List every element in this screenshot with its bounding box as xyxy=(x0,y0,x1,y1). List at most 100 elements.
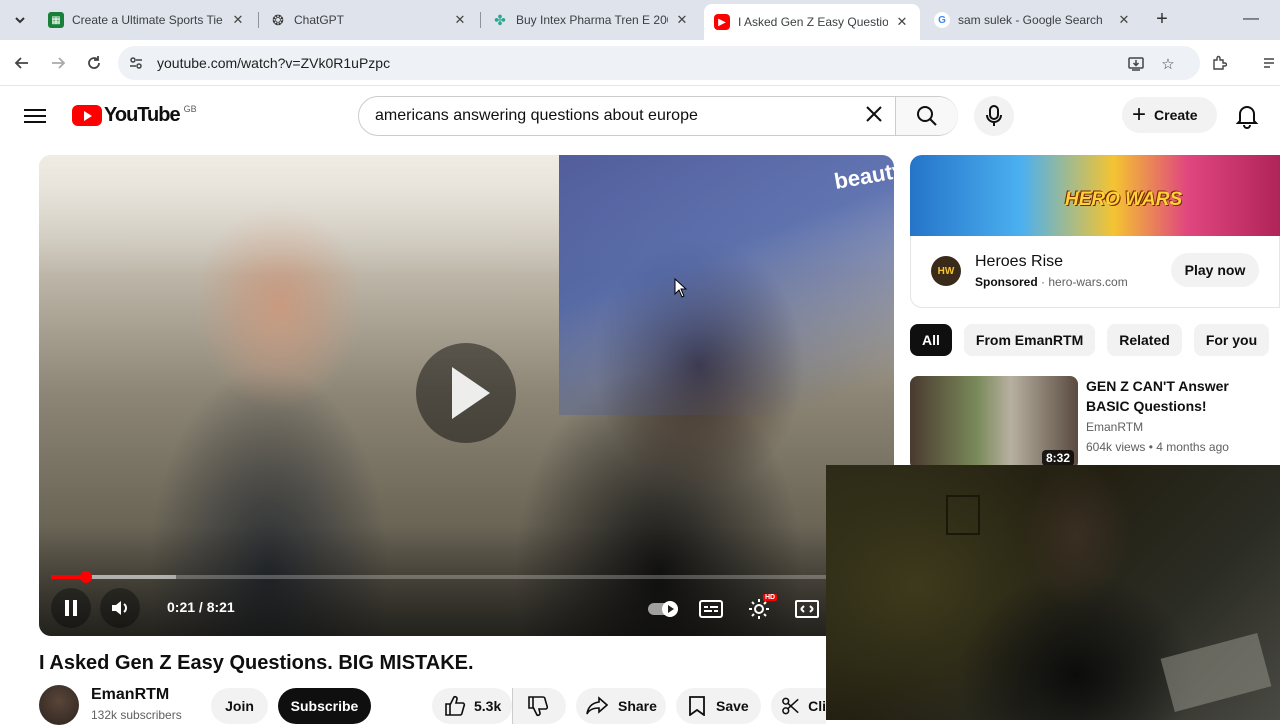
tab-close-icon[interactable]: ✕ xyxy=(452,12,468,28)
settings-button[interactable]: HD xyxy=(741,591,778,627)
voice-search-button[interactable] xyxy=(974,96,1014,136)
tab-title: I Asked Gen Z Easy Questions xyxy=(738,15,888,29)
search-button[interactable] xyxy=(895,97,958,135)
pause-icon xyxy=(65,600,77,616)
tab-close-icon[interactable]: ✕ xyxy=(230,12,246,28)
menu-hamburger-icon[interactable] xyxy=(24,105,46,125)
ad-banner-image[interactable]: HERO WARS xyxy=(910,155,1280,236)
extensions-icon[interactable] xyxy=(1207,51,1231,75)
reading-list-icon[interactable] xyxy=(1258,51,1280,75)
miniplayer-icon xyxy=(795,600,819,618)
video-player[interactable]: beauty 0:21 / 8:21 HD xyxy=(39,155,894,636)
url-text: youtube.com/watch?v=ZVk0R1uPzpc xyxy=(157,55,391,71)
youtube-masthead: YouTube GB americans answering questions… xyxy=(0,87,1280,143)
minimize-window-button[interactable]: — xyxy=(1236,10,1266,28)
webcam-pillow xyxy=(1160,632,1272,713)
clear-search-icon[interactable] xyxy=(865,105,883,127)
ad-title[interactable]: Heroes Rise xyxy=(975,253,1063,271)
youtube-play-logo-icon xyxy=(72,105,102,126)
join-label: Join xyxy=(225,698,254,714)
bookmark-star-icon[interactable]: ☆ xyxy=(1158,54,1178,74)
search-box[interactable]: americans answering questions about euro… xyxy=(358,96,958,136)
big-play-button[interactable] xyxy=(416,343,516,443)
tab-sports-tie[interactable]: ▦ Create a Ultimate Sports Tie ✕ xyxy=(38,4,256,36)
tab-chatgpt[interactable]: ❂ ChatGPT ✕ xyxy=(260,4,478,36)
ad-banner-logo-text: HERO WARS xyxy=(1065,189,1183,210)
tab-title: ChatGPT xyxy=(294,13,345,27)
subscribe-button[interactable]: Subscribe xyxy=(278,688,371,724)
tab-close-icon[interactable]: ✕ xyxy=(674,12,690,28)
recommended-title[interactable]: GEN Z CAN'T Answer BASIC Questions! xyxy=(1086,376,1276,416)
webcam-overlay xyxy=(826,465,1280,720)
reload-icon[interactable] xyxy=(82,51,106,75)
filter-chips: All From EmanRTM Related For you xyxy=(910,324,1280,356)
volume-button[interactable] xyxy=(100,588,140,628)
google-icon: G xyxy=(934,12,950,28)
install-app-icon[interactable] xyxy=(1126,54,1146,74)
bookmark-icon xyxy=(689,696,705,716)
browser-toolbar: youtube.com/watch?v=ZVk0R1uPzpc ☆ xyxy=(0,40,1280,86)
wall-picture-frame xyxy=(946,495,980,535)
recommended-video[interactable]: 8:32 GEN Z CAN'T Answer BASIC Questions!… xyxy=(910,376,1280,470)
chip-all[interactable]: All xyxy=(910,324,952,356)
forward-arrow-icon[interactable] xyxy=(46,51,70,75)
join-button[interactable]: Join xyxy=(211,688,268,724)
chip-related[interactable]: Related xyxy=(1107,324,1182,356)
tab-close-icon[interactable]: ✕ xyxy=(1116,12,1132,28)
create-label: Create xyxy=(1154,107,1198,123)
share-label: Share xyxy=(618,698,657,714)
tab-google-search[interactable]: G sam sulek - Google Search ✕ xyxy=(924,4,1142,36)
tab-title: Buy Intex Pharma Tren E 200 xyxy=(516,13,668,27)
tab-close-icon[interactable]: ✕ xyxy=(894,14,910,30)
sheets-icon: ▦ xyxy=(48,12,64,28)
scrubber-handle[interactable] xyxy=(79,571,92,583)
progress-bar[interactable] xyxy=(51,571,882,583)
chip-from-channel[interactable]: From EmanRTM xyxy=(963,324,1096,356)
tab-divider xyxy=(258,12,259,28)
dislike-button[interactable] xyxy=(512,688,566,724)
new-tab-button[interactable]: + xyxy=(1150,8,1174,32)
tab-youtube-video[interactable]: ▶ I Asked Gen Z Easy Questions ✕ xyxy=(704,4,920,40)
notifications-bell-icon[interactable] xyxy=(1234,103,1260,129)
channel-name[interactable]: EmanRTM xyxy=(91,686,169,704)
ad-subline: Sponsored · hero-wars.com xyxy=(975,275,1128,289)
browser-tab-bar: ▦ Create a Ultimate Sports Tie ✕ ❂ ChatG… xyxy=(0,0,1280,40)
save-button[interactable]: Save xyxy=(676,688,761,724)
recommended-channel[interactable]: EmanRTM xyxy=(1086,420,1143,434)
create-button[interactable]: + Create xyxy=(1122,97,1217,133)
back-arrow-icon[interactable] xyxy=(10,51,34,75)
autoplay-toggle-icon xyxy=(648,601,678,617)
plus-icon: + xyxy=(1132,101,1147,128)
pause-button[interactable] xyxy=(51,588,91,628)
tab-pharma[interactable]: ✤ Buy Intex Pharma Tren E 200 ✕ xyxy=(482,4,700,36)
like-count: 5.3k xyxy=(474,698,502,714)
share-button[interactable]: Share xyxy=(576,688,666,724)
like-button[interactable]: 5.3k xyxy=(432,688,512,724)
scissors-icon xyxy=(782,697,799,715)
subtitles-button[interactable] xyxy=(693,591,729,627)
youtube-logo[interactable]: YouTube GB xyxy=(72,104,197,127)
share-icon xyxy=(586,696,608,715)
hd-badge: HD xyxy=(763,594,778,601)
theater-mode-button[interactable] xyxy=(789,591,825,627)
video-duration-badge: 8:32 xyxy=(1041,450,1074,466)
clip-button[interactable]: Cli xyxy=(771,688,826,724)
save-label: Save xyxy=(716,698,749,714)
tab-search-dropdown[interactable] xyxy=(8,8,32,32)
chip-for-you[interactable]: For you xyxy=(1193,324,1270,356)
clip-label: Cli xyxy=(808,698,826,714)
sponsored-label: Sponsored xyxy=(975,275,1038,289)
play-now-button[interactable]: Play now xyxy=(1171,253,1259,287)
site-settings-icon[interactable] xyxy=(128,55,144,71)
autoplay-toggle[interactable] xyxy=(645,591,681,627)
address-bar[interactable]: youtube.com/watch?v=ZVk0R1uPzpc ☆ xyxy=(118,46,1200,80)
channel-avatar[interactable] xyxy=(39,685,79,725)
recommended-thumbnail[interactable]: 8:32 xyxy=(910,376,1078,470)
chatgpt-icon: ❂ xyxy=(272,11,284,28)
video-title: I Asked Gen Z Easy Questions. BIG MISTAK… xyxy=(39,652,474,674)
ad-card[interactable]: HW Heroes Rise Sponsored · hero-wars.com… xyxy=(910,236,1280,308)
tab-title: Create a Ultimate Sports Tie xyxy=(72,13,223,27)
chevron-down-icon xyxy=(15,17,25,24)
captions-icon xyxy=(699,600,723,618)
search-input[interactable]: americans answering questions about euro… xyxy=(375,107,698,125)
